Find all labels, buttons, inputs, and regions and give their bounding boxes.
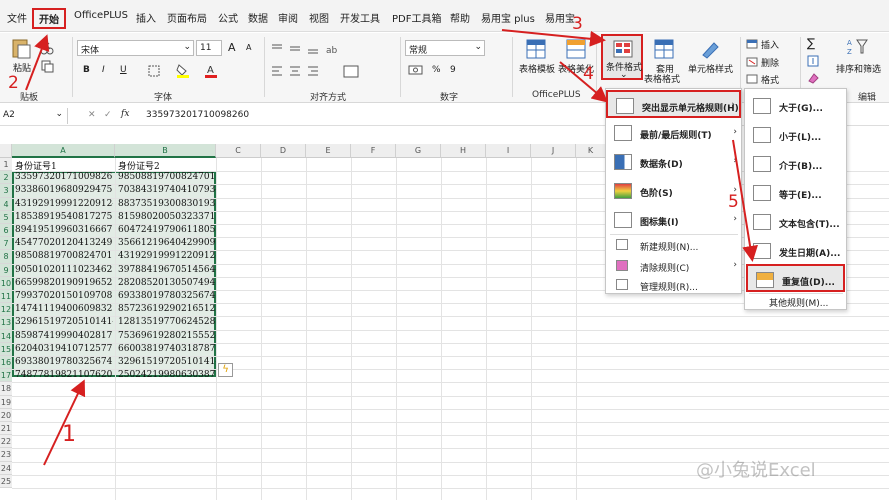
annotation-arrows (25, 29, 758, 466)
annotation-1: 1 (62, 422, 76, 447)
annotation-2: 2 (8, 73, 19, 93)
annotation-4: 4 (583, 64, 594, 84)
arrow-3 (501, 29, 606, 47)
watermark: @小兔说Excel (696, 460, 816, 481)
arrow-2 (25, 34, 50, 91)
annotation-3: 3 (572, 14, 583, 34)
annotation-5: 5 (728, 192, 739, 212)
